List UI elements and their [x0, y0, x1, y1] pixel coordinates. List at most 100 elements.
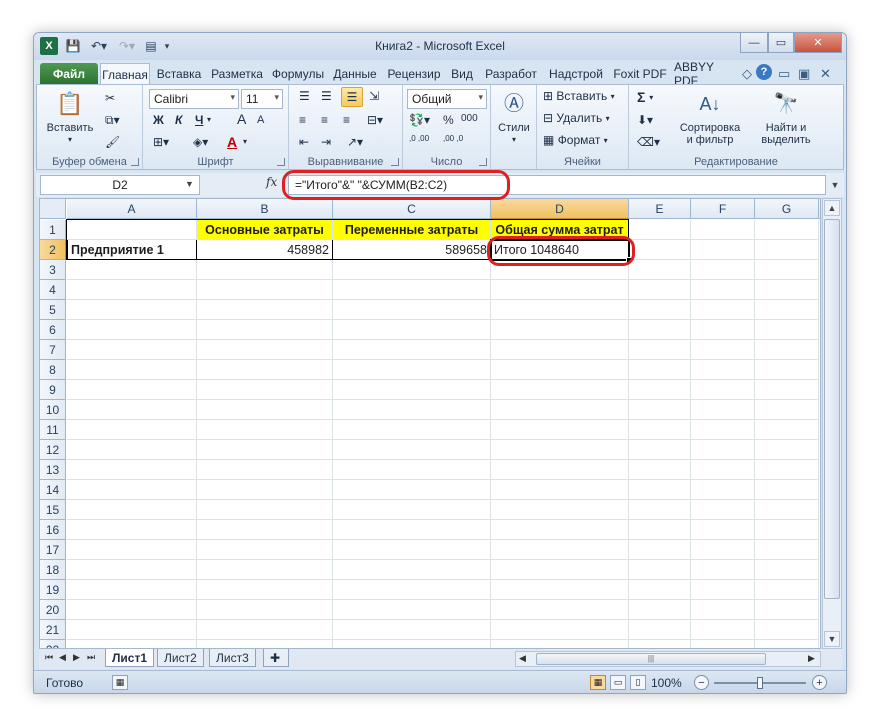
- cell-c15[interactable]: [333, 500, 491, 520]
- paste-button[interactable]: 📋 Вставить ▾: [45, 89, 95, 146]
- number-format-select[interactable]: Общий ▾: [407, 89, 487, 109]
- column-header-e[interactable]: E: [629, 199, 691, 219]
- row-header-18[interactable]: 18: [40, 560, 66, 580]
- cell-d22[interactable]: [491, 640, 629, 648]
- cell-f12[interactable]: [691, 440, 755, 460]
- macro-record-icon[interactable]: ▦: [112, 675, 128, 690]
- cell-a5[interactable]: [67, 300, 197, 320]
- thousands-button[interactable]: 000: [461, 113, 478, 124]
- zoom-level[interactable]: 100%: [651, 676, 682, 690]
- cell-b3[interactable]: [197, 260, 333, 280]
- insert-cells-button[interactable]: ⊞ Вставить ▾: [543, 89, 615, 103]
- cell-g9[interactable]: [755, 380, 819, 400]
- select-all-button[interactable]: [40, 199, 66, 219]
- cell-c21[interactable]: [333, 620, 491, 640]
- align-right-icon[interactable]: ≡: [343, 113, 350, 127]
- cell-g21[interactable]: [755, 620, 819, 640]
- column-header-g[interactable]: G: [755, 199, 819, 219]
- cell-b9[interactable]: [197, 380, 333, 400]
- cell-d14[interactable]: [491, 480, 629, 500]
- borders-icon[interactable]: ⊞▾: [153, 135, 169, 149]
- cell-g1[interactable]: [755, 220, 819, 240]
- cell-a20[interactable]: [67, 600, 197, 620]
- cell-g11[interactable]: [755, 420, 819, 440]
- cell-g20[interactable]: [755, 600, 819, 620]
- clipboard-launcher-icon[interactable]: [131, 158, 139, 166]
- row-header-5[interactable]: 5: [40, 300, 66, 320]
- help-icon[interactable]: ?: [756, 64, 772, 80]
- sheet-tab-3[interactable]: Лист3: [209, 649, 256, 667]
- tab-review[interactable]: Рецензир: [384, 63, 444, 85]
- row-header-22[interactable]: 22: [40, 640, 66, 648]
- cell-b14[interactable]: [197, 480, 333, 500]
- cell-d5[interactable]: [491, 300, 629, 320]
- cell-b21[interactable]: [197, 620, 333, 640]
- zoom-slider-thumb[interactable]: [757, 677, 763, 689]
- cell-c22[interactable]: [333, 640, 491, 648]
- cell-e16[interactable]: [629, 520, 691, 540]
- cell-d12[interactable]: [491, 440, 629, 460]
- row-header-4[interactable]: 4: [40, 280, 66, 300]
- cell-c12[interactable]: [333, 440, 491, 460]
- zoom-slider[interactable]: [714, 677, 806, 689]
- cell-d8[interactable]: [491, 360, 629, 380]
- align-middle-icon[interactable]: ☰: [321, 89, 332, 103]
- cell-e20[interactable]: [629, 600, 691, 620]
- column-header-a[interactable]: A: [67, 199, 197, 219]
- cell-a16[interactable]: [67, 520, 197, 540]
- cell-g22[interactable]: [755, 640, 819, 648]
- row-header-21[interactable]: 21: [40, 620, 66, 640]
- cell-c4[interactable]: [333, 280, 491, 300]
- cell-c17[interactable]: [333, 540, 491, 560]
- first-sheet-icon[interactable]: ⏮: [45, 652, 53, 663]
- scroll-down-icon[interactable]: ▼: [824, 631, 840, 647]
- cell-d3[interactable]: [491, 260, 629, 280]
- cell-f3[interactable]: [691, 260, 755, 280]
- page-layout-view-icon[interactable]: ▭: [610, 675, 626, 690]
- tab-file[interactable]: Файл: [40, 63, 98, 85]
- tab-home[interactable]: Главная: [100, 63, 150, 85]
- cell-b11[interactable]: [197, 420, 333, 440]
- normal-view-icon[interactable]: ▦: [590, 675, 606, 690]
- next-sheet-icon[interactable]: ▶: [73, 652, 80, 663]
- cell-g16[interactable]: [755, 520, 819, 540]
- cell-d6[interactable]: [491, 320, 629, 340]
- cell-f19[interactable]: [691, 580, 755, 600]
- cell-d17[interactable]: [491, 540, 629, 560]
- cell-e9[interactable]: [629, 380, 691, 400]
- cell-c16[interactable]: [333, 520, 491, 540]
- row-header-6[interactable]: 6: [40, 320, 66, 340]
- row-header-12[interactable]: 12: [40, 440, 66, 460]
- cell-g14[interactable]: [755, 480, 819, 500]
- cell-e11[interactable]: [629, 420, 691, 440]
- cell-f6[interactable]: [691, 320, 755, 340]
- cell-g19[interactable]: [755, 580, 819, 600]
- scroll-right-icon[interactable]: ▶: [808, 653, 815, 664]
- row-header-1[interactable]: 1: [40, 220, 66, 240]
- cell-c6[interactable]: [333, 320, 491, 340]
- column-header-b[interactable]: B: [197, 199, 333, 219]
- row-header-19[interactable]: 19: [40, 580, 66, 600]
- row-header-16[interactable]: 16: [40, 520, 66, 540]
- row-header-8[interactable]: 8: [40, 360, 66, 380]
- row-header-15[interactable]: 15: [40, 500, 66, 520]
- cell-e5[interactable]: [629, 300, 691, 320]
- increase-decimal-button[interactable]: ,0 ,00: [409, 135, 439, 143]
- close-button[interactable]: ✕: [794, 33, 842, 53]
- tab-foxit-pdf[interactable]: Foxit PDF: [610, 63, 670, 85]
- cell-f15[interactable]: [691, 500, 755, 520]
- cell-d9[interactable]: [491, 380, 629, 400]
- cell-c18[interactable]: [333, 560, 491, 580]
- cell-c19[interactable]: [333, 580, 491, 600]
- row-header-9[interactable]: 9: [40, 380, 66, 400]
- prev-sheet-icon[interactable]: ◀: [59, 652, 66, 663]
- find-select-button[interactable]: 🔭 Найти и выделить: [753, 89, 819, 146]
- cell-a22[interactable]: [67, 640, 197, 648]
- underline-button[interactable]: Ч: [195, 113, 203, 127]
- row-header-14[interactable]: 14: [40, 480, 66, 500]
- cell-d20[interactable]: [491, 600, 629, 620]
- row-header-17[interactable]: 17: [40, 540, 66, 560]
- cell-b6[interactable]: [197, 320, 333, 340]
- zoom-in-icon[interactable]: +: [812, 675, 827, 690]
- cell-f14[interactable]: [691, 480, 755, 500]
